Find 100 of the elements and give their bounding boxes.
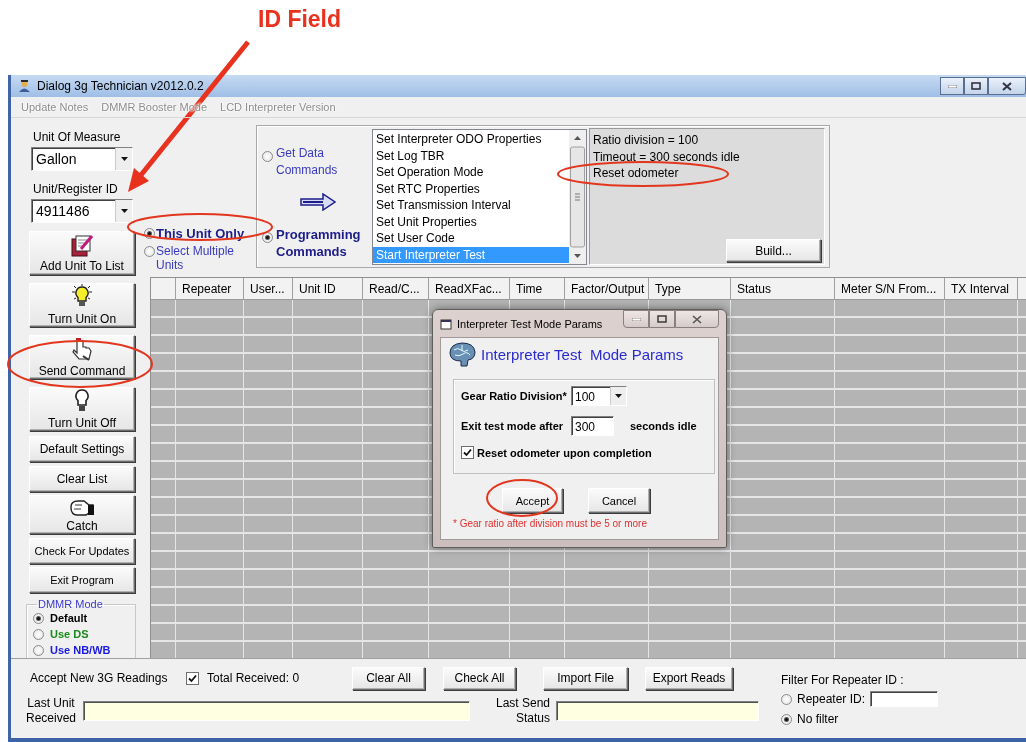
maximize-button[interactable] bbox=[649, 310, 675, 328]
radio-label[interactable]: Repeater ID: bbox=[797, 692, 866, 706]
maximize-icon bbox=[971, 82, 981, 90]
list-item[interactable]: Set RTC Properties bbox=[373, 180, 569, 197]
summary-line: Reset odometer bbox=[593, 165, 679, 182]
column-header[interactable]: ReadXFac... bbox=[429, 278, 510, 300]
footer-button[interactable]: Check All bbox=[443, 666, 516, 690]
radio-label[interactable]: Get Data Commands bbox=[276, 145, 366, 179]
header-corner bbox=[151, 278, 176, 300]
radio-button[interactable] bbox=[781, 693, 792, 705]
caret-icon bbox=[120, 157, 128, 161]
radio-button[interactable] bbox=[33, 628, 44, 640]
window-icon bbox=[440, 317, 452, 330]
radio-label[interactable]: Programming Commands bbox=[276, 226, 366, 260]
maximize-button[interactable] bbox=[964, 77, 988, 95]
summary-line: Timeout = 300 seconds idle bbox=[593, 148, 740, 165]
sidebar-button[interactable]: Catch bbox=[29, 495, 135, 534]
radio-button[interactable] bbox=[781, 713, 792, 725]
column-header[interactable]: Meter S/N From... bbox=[835, 278, 945, 300]
dialog-title: Interpreter Test Mode Params bbox=[457, 317, 603, 330]
sidebar-button[interactable]: Check For Updates bbox=[29, 538, 135, 564]
radio-label[interactable]: No filter bbox=[797, 712, 839, 726]
checkbox-label[interactable]: Reset odometer upon completion bbox=[477, 446, 652, 459]
input-field[interactable]: 300 bbox=[571, 416, 614, 436]
column-header[interactable]: Repeater bbox=[176, 278, 244, 300]
dropdown-field[interactable]: 100 bbox=[571, 386, 627, 406]
validation-note: * Gear ratio after division must be 5 or more bbox=[453, 518, 648, 529]
dialog-button[interactable]: Cancel bbox=[588, 488, 650, 513]
radio-button[interactable] bbox=[262, 232, 273, 243]
checkbox[interactable] bbox=[461, 446, 474, 459]
close-icon bbox=[1002, 81, 1012, 91]
list-item[interactable]: Set Interpreter ODO Properties bbox=[373, 131, 569, 148]
checkbox-label[interactable]: Accept New 3G Readings bbox=[30, 671, 186, 685]
field-label: Unit Of Measure bbox=[33, 130, 122, 144]
group-title: DMMR Mode bbox=[37, 598, 104, 610]
close-button[interactable] bbox=[988, 77, 1026, 95]
column-header[interactable]: Factor/Output bbox=[565, 278, 649, 300]
sidebar-button[interactable]: Turn Unit On bbox=[29, 283, 135, 327]
dropdown-field[interactable]: 4911486 bbox=[31, 199, 133, 223]
sidebar-button[interactable]: Exit Program bbox=[29, 567, 135, 593]
column-header[interactable]: User... bbox=[244, 278, 293, 300]
checkbox[interactable] bbox=[186, 671, 199, 685]
footer-button[interactable]: Clear All bbox=[352, 666, 425, 690]
sidebar-button[interactable]: Default Settings bbox=[29, 436, 135, 462]
field-label: Unit/Register ID bbox=[33, 182, 119, 196]
brain-icon bbox=[447, 341, 477, 367]
text-field[interactable] bbox=[83, 701, 470, 721]
field-label: Last Unit Received bbox=[25, 696, 77, 726]
radio-button[interactable] bbox=[262, 151, 273, 162]
highlight-ellipse bbox=[486, 479, 558, 517]
radio-button[interactable] bbox=[33, 612, 44, 624]
minimize-icon bbox=[631, 317, 641, 321]
sidebar-button[interactable]: Turn Unit Off bbox=[29, 387, 135, 431]
list-item[interactable]: Set Operation Mode bbox=[373, 164, 569, 181]
total-received-label: Total Received: 0 bbox=[207, 671, 301, 685]
dialog-heading: Interpreter Test Mode Params bbox=[481, 345, 684, 363]
sidebar-button[interactable]: Clear List bbox=[29, 466, 135, 492]
column-header[interactable]: Time bbox=[510, 278, 565, 300]
column-header[interactable]: Status bbox=[731, 278, 835, 300]
radio-label[interactable]: Use DS bbox=[50, 628, 89, 640]
text-field[interactable] bbox=[556, 701, 759, 721]
radio-button[interactable] bbox=[144, 246, 155, 257]
notebook-icon bbox=[69, 233, 95, 257]
minimize-icon bbox=[947, 84, 957, 88]
sidebar-button[interactable]: Add Unit To List bbox=[29, 231, 135, 275]
unit-label: seconds idle bbox=[630, 420, 697, 432]
scrollbar[interactable] bbox=[569, 130, 586, 264]
column-header[interactable]: Unit ID bbox=[293, 278, 363, 300]
list-item[interactable]: Set User Code bbox=[373, 230, 569, 247]
dropdown-field[interactable]: Gallon bbox=[31, 147, 133, 171]
sidebar-button[interactable]: Send Command bbox=[29, 335, 135, 379]
radio-label[interactable]: Use NB/WB bbox=[50, 644, 111, 656]
field-label: Exit test mode after bbox=[461, 420, 565, 432]
column-header[interactable]: Read/C... bbox=[363, 278, 429, 300]
caret-icon bbox=[615, 394, 622, 398]
radio-label[interactable]: Select Multiple Units bbox=[156, 244, 248, 272]
hand-icon bbox=[70, 336, 94, 362]
input-field[interactable] bbox=[870, 691, 939, 707]
column-header[interactable]: TX Interval bbox=[945, 278, 1018, 300]
field-label: Gear Ratio Division* bbox=[461, 390, 568, 402]
summary-line: Ratio division = 100 bbox=[593, 132, 699, 149]
field-label: Last Send Status bbox=[494, 696, 550, 726]
dialog-button[interactable]: Accept bbox=[502, 488, 563, 513]
arrow-icon bbox=[300, 193, 336, 211]
minimize-button[interactable] bbox=[623, 310, 649, 328]
list-item[interactable]: Set Transmission Interval bbox=[373, 197, 569, 214]
radio-label[interactable]: Default bbox=[50, 612, 88, 624]
list-item[interactable]: Set Log TBR bbox=[373, 147, 569, 164]
radio-button[interactable] bbox=[144, 228, 155, 239]
footer-button[interactable]: Import File bbox=[543, 666, 628, 690]
callout-label: ID Field bbox=[257, 5, 342, 33]
minimize-button[interactable] bbox=[940, 77, 964, 95]
window-title: Dialog 3g Technician v2012.0.2 bbox=[37, 79, 204, 93]
build-button[interactable]: Build... bbox=[726, 239, 821, 262]
footer-button[interactable]: Export Reads bbox=[645, 666, 733, 690]
column-header[interactable]: Type bbox=[649, 278, 731, 300]
caret-icon bbox=[120, 209, 128, 213]
list-item[interactable]: Set Unit Properties bbox=[373, 213, 569, 230]
radio-button[interactable] bbox=[33, 644, 44, 656]
maximize-icon bbox=[657, 315, 667, 323]
